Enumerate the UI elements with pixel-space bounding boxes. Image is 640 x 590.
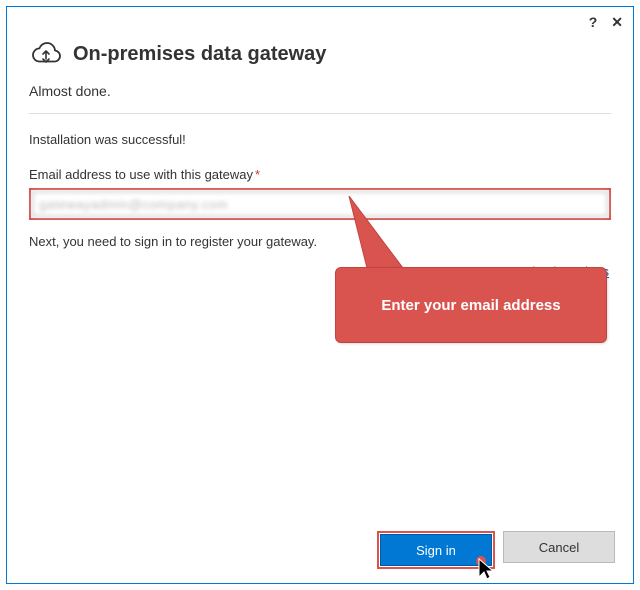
cloud-gateway-icon (29, 37, 63, 71)
title-bar: ? ✕ (7, 7, 633, 31)
dialog-subtitle: Almost done. (7, 79, 633, 109)
signin-button-highlight: Sign in (377, 531, 495, 569)
required-marker: * (255, 167, 260, 182)
email-input[interactable] (32, 191, 608, 217)
email-label: Email address to use with this gateway* (29, 167, 611, 182)
annotation-callout: Enter your email address (335, 267, 607, 343)
dialog-content: Installation was successful! Email addre… (7, 114, 633, 281)
signin-button[interactable]: Sign in (380, 534, 492, 566)
dialog-footer: Sign in Cancel (377, 531, 615, 569)
close-button[interactable]: ✕ (611, 15, 623, 29)
email-label-text: Email address to use with this gateway (29, 167, 253, 182)
email-input-highlight (29, 188, 611, 220)
dialog-header: On-premises data gateway (7, 31, 633, 79)
success-message: Installation was successful! (29, 132, 611, 147)
help-button[interactable]: ? (589, 15, 598, 29)
dialog-title: On-premises data gateway (73, 43, 326, 66)
callout-text: Enter your email address (381, 297, 560, 314)
next-instruction: Next, you need to sign in to register yo… (29, 234, 611, 249)
cancel-button[interactable]: Cancel (503, 531, 615, 563)
dialog-window: ? ✕ On-premises data gateway Almost done… (6, 6, 634, 584)
